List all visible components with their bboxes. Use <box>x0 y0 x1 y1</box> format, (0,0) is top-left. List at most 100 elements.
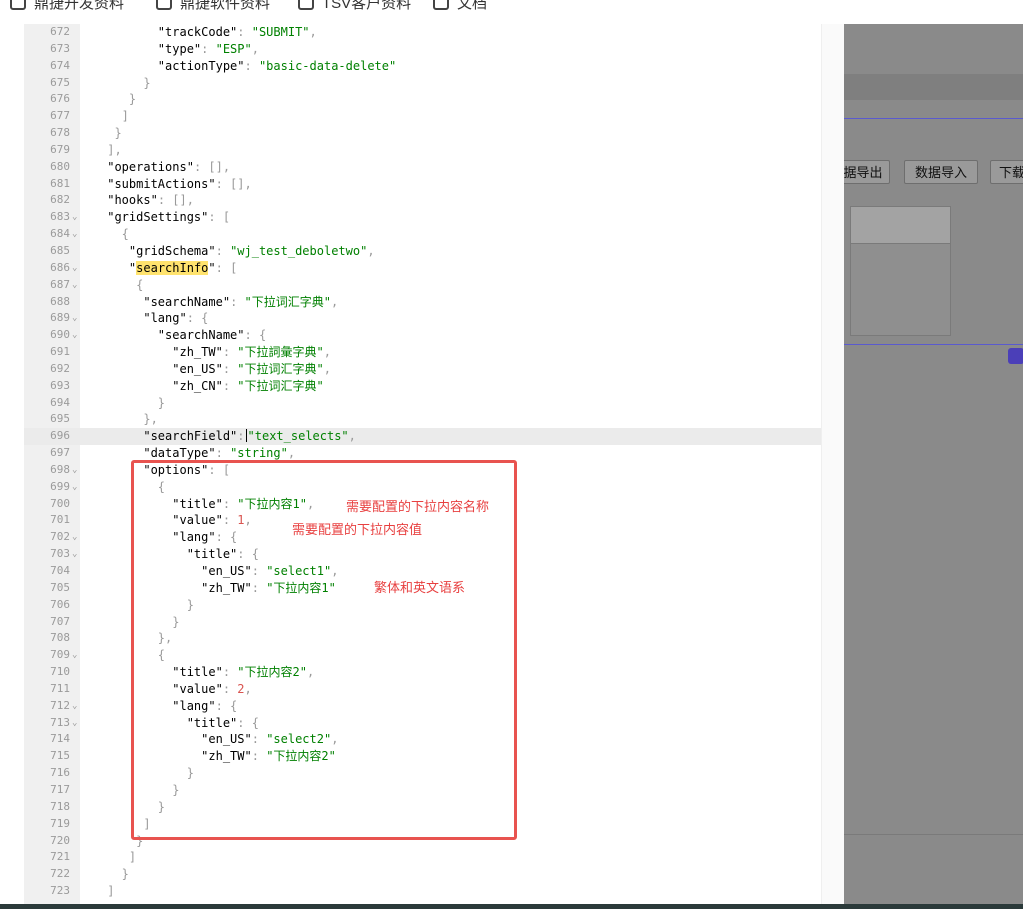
json-string: "SUBMIT" <box>251 25 310 39</box>
line-number: 703 <box>50 547 70 561</box>
line-number: 710 <box>50 665 70 679</box>
bookmark-item[interactable]: 鼎捷开发资料 <box>10 0 124 12</box>
bookmark-item[interactable]: 文档 <box>433 0 487 12</box>
code-line: 676 } <box>24 91 821 108</box>
bookmarks-bar: 鼎捷开发资料 鼎捷软件资料 TSV客户资料 文档 <box>0 0 1023 25</box>
import-data-button[interactable]: 数据导入 <box>904 160 978 184</box>
line-number: 674 <box>50 58 70 72</box>
fold-chevron-icon[interactable]: ⌄ <box>72 327 77 344</box>
code-line: 722 } <box>24 866 821 883</box>
checkbox-icon <box>156 0 172 10</box>
json-key: "gridSettings" <box>107 210 209 225</box>
background-table-header <box>851 207 950 244</box>
json-string: "string" <box>230 446 288 461</box>
code-line: 675 } <box>24 75 821 92</box>
line-number: 705 <box>50 580 70 594</box>
code-line: 691 "zh_TW": "下拉詞彙字典", <box>24 344 821 361</box>
fold-chevron-icon[interactable]: ⌄ <box>72 698 77 715</box>
code-line: 687 ⌄ { <box>24 277 821 294</box>
fold-chevron-icon[interactable]: ⌄ <box>72 209 77 226</box>
fold-chevron-icon[interactable]: ⌄ <box>72 546 77 563</box>
line-number: 681 <box>50 176 70 190</box>
background-divider <box>844 834 1023 835</box>
code-line: 677 ] <box>24 108 821 125</box>
search-highlight: searchInfo <box>136 260 209 275</box>
json-string: "wj_test_deboletwo" <box>230 243 368 258</box>
json-key: "hooks" <box>107 193 158 208</box>
line-number: 683 <box>50 210 70 224</box>
json-string: "下拉詞彙字典" <box>237 345 324 360</box>
bookmark-item[interactable]: 鼎捷软件资料 <box>156 0 270 12</box>
line-number: 672 <box>50 25 70 38</box>
bookmark-label: 文档 <box>457 0 488 12</box>
line-number: 679 <box>50 142 70 156</box>
line-number: 678 <box>50 126 70 140</box>
code-line: 690 ⌄ "searchName": { <box>24 327 821 344</box>
line-number: 706 <box>50 597 70 611</box>
code-line: 692 "en_US": "下拉词汇字典", <box>24 361 821 378</box>
code-line: 723 ] <box>24 883 821 900</box>
line-number: 702 <box>50 530 70 544</box>
json-key: "searchName" <box>157 328 245 343</box>
fold-chevron-icon[interactable]: ⌄ <box>72 226 77 243</box>
line-number: 687 <box>50 277 70 291</box>
line-number: 686 <box>50 260 70 274</box>
fold-chevron-icon[interactable]: ⌄ <box>72 479 77 496</box>
bookmark-label: TSV客户资料 <box>322 0 412 12</box>
line-number: 684 <box>50 227 70 241</box>
code-line: 693 "zh_CN": "下拉词汇字典" <box>24 378 821 395</box>
annotation-note-title: 需要配置的下拉内容名称 <box>346 499 490 514</box>
line-number: 682 <box>50 193 70 207</box>
line-number: 690 <box>50 328 70 342</box>
json-key: "zh_CN" <box>172 378 223 393</box>
fold-chevron-icon[interactable]: ⌄ <box>72 277 77 294</box>
fold-chevron-icon[interactable]: ⌄ <box>72 260 77 277</box>
json-key: "type" <box>157 41 202 56</box>
download-button[interactable]: 下载 <box>990 160 1023 184</box>
line-number: 676 <box>50 92 70 106</box>
annotation-note-lang: 繁体和英文语系 <box>374 580 466 595</box>
line-number: 713 <box>50 715 70 729</box>
background-divider <box>844 344 1023 345</box>
fold-chevron-icon[interactable]: ⌄ <box>72 310 77 327</box>
json-string: "下拉词汇字典" <box>237 378 324 393</box>
bookmark-item[interactable]: TSV客户资料 <box>298 0 411 12</box>
checkbox-icon <box>10 0 26 10</box>
json-key: "submitActions" <box>107 176 216 191</box>
line-number: 691 <box>50 345 70 359</box>
badge-icon <box>1008 348 1023 364</box>
line-number: 722 <box>50 867 70 881</box>
fold-chevron-icon[interactable]: ⌄ <box>72 715 77 732</box>
json-key: "operations" <box>107 159 194 174</box>
line-number: 688 <box>50 294 70 308</box>
code-line: 689 ⌄ "lang": { <box>24 310 821 327</box>
left-panel-edge <box>0 24 25 909</box>
export-data-button[interactable]: 据导出 <box>844 160 890 184</box>
line-number: 712 <box>50 698 70 712</box>
line-number: 721 <box>50 850 70 864</box>
code-line: 685 "gridSchema": "wj_test_deboletwo", <box>24 243 821 260</box>
code-line: 684 ⌄ { <box>24 226 821 243</box>
json-key: "zh_TW" <box>172 345 223 360</box>
bookmark-label: 鼎捷开发资料 <box>34 0 125 12</box>
line-number: 718 <box>50 799 70 813</box>
checkbox-icon <box>298 0 314 10</box>
line-number: 699 <box>50 479 70 493</box>
code-line: 686 ⌄ "searchInfo": [ <box>24 260 821 277</box>
fold-chevron-icon[interactable]: ⌄ <box>72 462 77 479</box>
fold-chevron-icon[interactable]: ⌄ <box>72 529 77 546</box>
line-number: 693 <box>50 378 70 392</box>
vertical-scrollbar[interactable] <box>821 24 844 904</box>
line-number: 719 <box>50 816 70 830</box>
background-divider <box>844 118 1023 119</box>
line-number: 675 <box>50 75 70 89</box>
json-string: "ESP" <box>215 41 252 56</box>
code-line: 673 "type": "ESP", <box>24 41 821 58</box>
line-number: 677 <box>50 109 70 123</box>
fold-chevron-icon[interactable]: ⌄ <box>72 647 77 664</box>
json-key: "searchField" <box>143 429 238 444</box>
code-line: 683 ⌄ "gridSettings": [ <box>24 209 821 226</box>
line-number: 704 <box>50 564 70 577</box>
code-line-active: 696 "searchField": "text_selects", <box>24 428 821 446</box>
code-line: 695 }, <box>24 411 821 428</box>
